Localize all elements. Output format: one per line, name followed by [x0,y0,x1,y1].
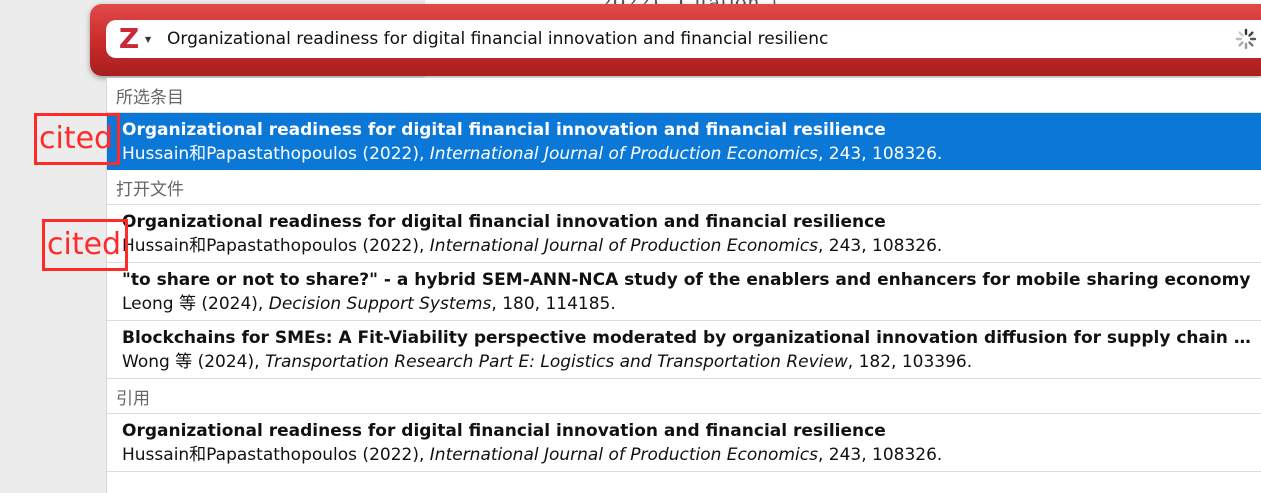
search-box[interactable]: Z ▼ Organizational readiness for digital… [106,20,1261,58]
loading-spinner-icon [1235,28,1257,50]
item-citation: Wong 等 (2024), Transportation Research P… [122,351,973,372]
results-panel: 所选条目 Organizational readiness for digita… [106,78,1261,493]
item-title: Organizational readiness for digital fin… [122,119,886,140]
result-item-selected[interactable]: Organizational readiness for digital fin… [107,113,1261,170]
item-title: Blockchains for SMEs: A Fit-Viability pe… [122,327,1261,348]
chevron-down-icon[interactable]: ▼ [145,35,155,44]
item-citation: Hussain和Papastathopoulos (2022), Interna… [122,444,943,465]
item-citation: Leong 等 (2024), Decision Support Systems… [122,293,616,314]
item-citation: Hussain和Papastathopoulos (2022), Interna… [122,235,943,256]
item-citation: Hussain和Papastathopoulos (2022), Interna… [122,143,943,164]
item-title: Organizational readiness for digital fin… [122,211,886,232]
section-header-open-documents: 打开文件 [107,170,1261,205]
item-title: Organizational readiness for digital fin… [122,420,886,441]
cited-annotation-label: cited [34,113,121,165]
result-item[interactable]: "to share or not to share?" - a hybrid S… [107,263,1261,321]
search-input[interactable]: Organizational readiness for digital fin… [167,29,1261,49]
section-header-citations: 引用 [107,379,1261,414]
result-item[interactable]: Blockchains for SMEs: A Fit-Viability pe… [107,321,1261,379]
zotero-logo-icon[interactable]: Z [116,25,142,53]
section-header-selected-items: 所选条目 [107,78,1261,113]
item-title: "to share or not to share?" - a hybrid S… [122,269,1251,290]
cited-annotation-label: cited [42,219,129,271]
result-item[interactable]: Organizational readiness for digital fin… [107,414,1261,472]
result-item[interactable]: Organizational readiness for digital fin… [107,205,1261,263]
